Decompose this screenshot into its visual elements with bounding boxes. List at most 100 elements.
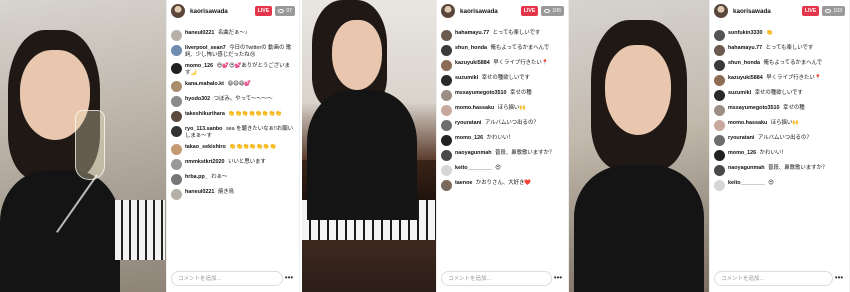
comment-input[interactable]: コメントを追加... bbox=[441, 270, 552, 286]
avatar[interactable] bbox=[714, 45, 725, 56]
avatar[interactable] bbox=[441, 105, 452, 116]
comment-user[interactable]: shun_honda bbox=[728, 60, 760, 66]
comment: takeshikurihara 👏👏👏👏👏👏👏👏 bbox=[171, 111, 295, 122]
avatar[interactable] bbox=[171, 159, 182, 170]
comment: kazuyuki5884 早くライブ行きたい📍 bbox=[714, 75, 845, 86]
comment-user[interactable]: taenoe bbox=[455, 180, 472, 186]
avatar[interactable] bbox=[171, 63, 182, 74]
comment-user[interactable]: naoyagunmah bbox=[455, 150, 492, 156]
avatar[interactable] bbox=[441, 180, 452, 191]
more-options-icon[interactable]: ••• bbox=[552, 274, 564, 282]
avatar[interactable] bbox=[171, 174, 182, 185]
avatar[interactable] bbox=[714, 60, 725, 71]
comment-user[interactable]: ryouratani bbox=[455, 120, 481, 126]
username[interactable]: kaorisawada bbox=[733, 8, 802, 15]
avatar[interactable] bbox=[714, 4, 728, 18]
comment-user[interactable]: momo.hassaku bbox=[728, 120, 767, 126]
avatar[interactable] bbox=[441, 90, 452, 101]
comment-input[interactable]: コメントを追加... bbox=[171, 270, 283, 286]
avatar[interactable] bbox=[714, 30, 725, 41]
avatar[interactable] bbox=[441, 75, 452, 86]
comment-user[interactable]: takao_sekishiro bbox=[185, 144, 226, 150]
comment-list[interactable]: hahamayu.77 とっても楽しいです shun_honda 俺もよってるか… bbox=[437, 26, 568, 264]
avatar[interactable] bbox=[441, 60, 452, 71]
avatar[interactable] bbox=[171, 126, 182, 137]
comment-user[interactable]: momo_126 bbox=[728, 150, 756, 156]
username[interactable]: kaorisawada bbox=[190, 8, 255, 15]
comment-user[interactable]: takeshikurihara bbox=[185, 111, 225, 117]
comment-list[interactable]: sunfukin3330 👏 hahamayu.77 とっても楽しいです shu… bbox=[710, 26, 849, 264]
more-options-icon[interactable]: ••• bbox=[833, 274, 845, 282]
avatar[interactable] bbox=[171, 144, 182, 155]
comment-text: かわいい！ bbox=[759, 150, 787, 156]
comment-user[interactable]: mssayumegoto3510 bbox=[455, 90, 507, 96]
comment-user[interactable]: momo_126 bbox=[455, 135, 483, 141]
avatar[interactable] bbox=[714, 105, 725, 116]
comment-user[interactable]: hyodo302 bbox=[185, 96, 210, 102]
avatar[interactable] bbox=[171, 45, 182, 56]
comment: taenoe かおりさん、大好き❤️ bbox=[441, 180, 564, 191]
comment-user[interactable]: momo.hassaku bbox=[455, 105, 494, 111]
avatar[interactable] bbox=[441, 150, 452, 161]
avatar[interactable] bbox=[171, 30, 182, 41]
comment: naoyagunmah 普段、鼻歌歌いますか？ bbox=[441, 150, 564, 161]
comment-text: 😍 bbox=[495, 165, 501, 171]
avatar[interactable] bbox=[171, 111, 182, 122]
avatar[interactable] bbox=[714, 165, 725, 176]
comment-user[interactable]: naoyagunmah bbox=[728, 165, 765, 171]
comment-user[interactable]: sunfukin3330 bbox=[728, 30, 762, 36]
avatar[interactable] bbox=[171, 81, 182, 92]
comment-user[interactable]: keito________ bbox=[455, 165, 492, 171]
avatar[interactable] bbox=[441, 30, 452, 41]
comment-user[interactable]: mssayumegoto3510 bbox=[728, 105, 780, 111]
face bbox=[332, 20, 382, 90]
comment-text: かおりさん、大好き❤️ bbox=[475, 180, 532, 186]
avatar[interactable] bbox=[171, 189, 182, 200]
comment-text: 👏👏👏👏👏👏👏 bbox=[229, 144, 277, 150]
viewer-count-badge[interactable]: 97 bbox=[275, 6, 295, 16]
viewer-count-badge[interactable]: 106 bbox=[541, 6, 564, 16]
comment-user[interactable]: haneul0221 bbox=[185, 189, 214, 195]
comment-user[interactable]: hrba.pp_ bbox=[185, 174, 208, 180]
comment-user[interactable]: kana.mahalo.kt bbox=[185, 81, 224, 87]
viewer-count: 103 bbox=[833, 8, 842, 14]
avatar[interactable] bbox=[441, 135, 452, 146]
avatar[interactable] bbox=[714, 135, 725, 146]
comment: hrba.pp_ わぁ〜 bbox=[171, 174, 295, 185]
comment-user[interactable]: kazuyuki5884 bbox=[728, 75, 763, 81]
comment-user[interactable]: ryo_113.sanbo bbox=[185, 126, 222, 132]
more-options-icon[interactable]: ••• bbox=[283, 274, 295, 282]
comment-user[interactable]: kazuyuki5884 bbox=[455, 60, 490, 66]
comment-user[interactable]: shun_honda bbox=[455, 45, 487, 51]
avatar[interactable] bbox=[714, 75, 725, 86]
comment-panel-1: kaorisawada LIVE 97 haneul0221 名曲だぁ〜♪ li… bbox=[166, 0, 300, 292]
comment-user[interactable]: suzumikl bbox=[728, 90, 751, 96]
comment-user[interactable]: suzumikl bbox=[455, 75, 478, 81]
avatar[interactable] bbox=[171, 4, 185, 18]
avatar[interactable] bbox=[714, 180, 725, 191]
comment-user[interactable]: hahamayu.77 bbox=[728, 45, 762, 51]
avatar[interactable] bbox=[441, 45, 452, 56]
comment-input[interactable]: コメントを追加... bbox=[714, 270, 833, 286]
comment-user[interactable]: hahamayu.77 bbox=[455, 30, 489, 36]
viewer-count-badge[interactable]: 103 bbox=[822, 6, 845, 16]
avatar[interactable] bbox=[171, 96, 182, 107]
comment-user[interactable]: haneul0221 bbox=[185, 30, 214, 36]
comment-user[interactable]: ryouratani bbox=[728, 135, 754, 141]
comment-user[interactable]: keito________ bbox=[728, 180, 765, 186]
avatar[interactable] bbox=[714, 90, 725, 101]
comment-text: 俺もよってるかまへんで bbox=[763, 60, 823, 66]
avatar[interactable] bbox=[441, 120, 452, 131]
avatar[interactable] bbox=[441, 4, 455, 18]
avatar[interactable] bbox=[714, 120, 725, 131]
shirt bbox=[307, 90, 417, 220]
comment-user[interactable]: liverpool_sean7 bbox=[185, 45, 226, 51]
comment-text: 早くライブ行きたい📍 bbox=[766, 75, 822, 81]
comment-user[interactable]: momo_126 bbox=[185, 63, 213, 69]
comment-panel-3: kaorisawada LIVE 103 sunfukin3330 👏 haha… bbox=[709, 0, 850, 292]
avatar[interactable] bbox=[441, 165, 452, 176]
comment-user[interactable]: nmmkstkrt2020 bbox=[185, 159, 225, 165]
comment-list[interactable]: haneul0221 名曲だぁ〜♪ liverpool_sean7 今日のTwi… bbox=[167, 26, 299, 264]
username[interactable]: kaorisawada bbox=[460, 8, 521, 15]
avatar[interactable] bbox=[714, 150, 725, 161]
